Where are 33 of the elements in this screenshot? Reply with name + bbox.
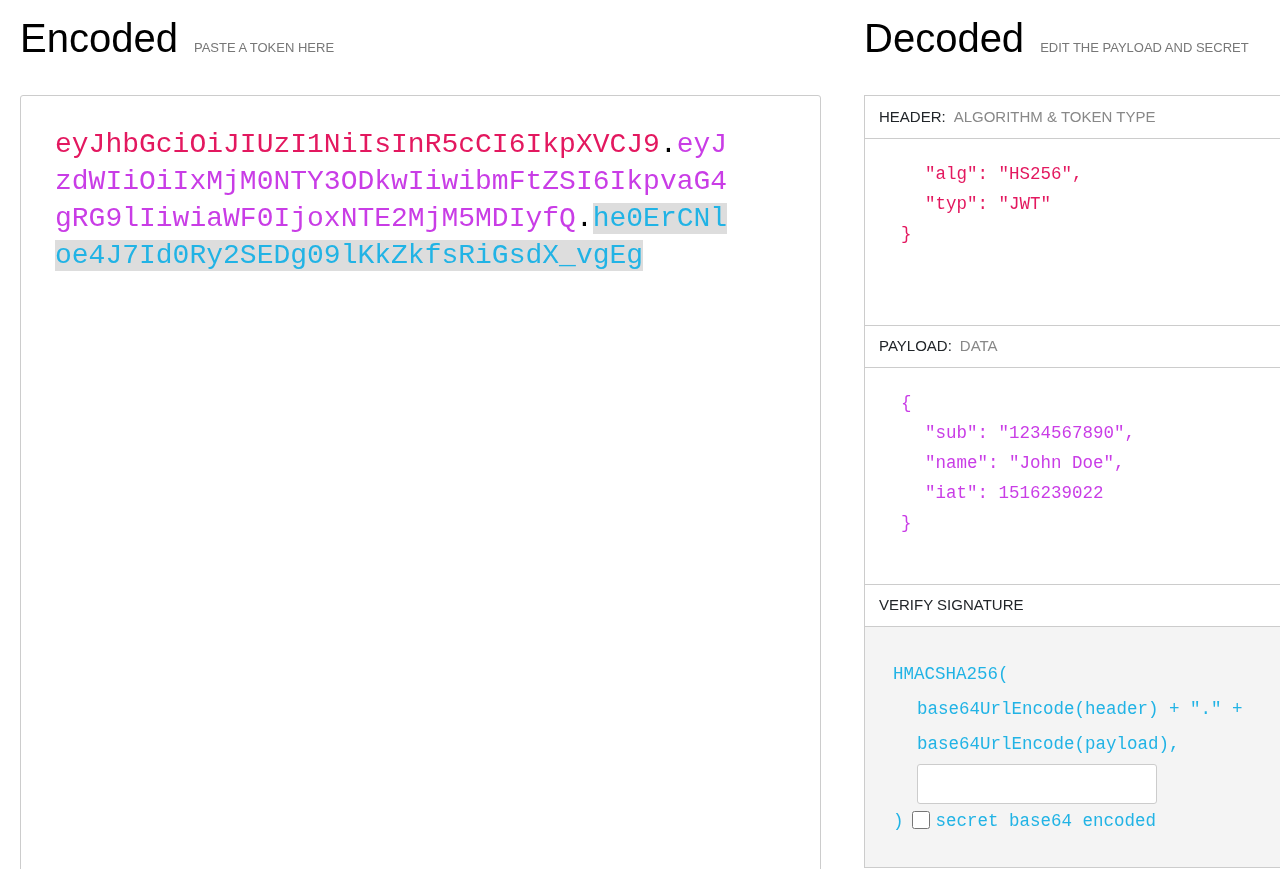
- section-hint: PASTE A TOKEN HERE: [193, 39, 335, 57]
- checkbox-label: secret base64 encoded: [935, 811, 1157, 831]
- panel-subtitle: DATA: [959, 336, 998, 357]
- token-segment-text: he0ErCNl: [592, 203, 728, 234]
- token-segment-text: gRG9lIiwiaWF0IjoxNTE2MjM5MDIyfQ: [55, 203, 576, 234]
- token-separator: .: [575, 203, 593, 234]
- code-line: HMACSHA256(: [893, 663, 1010, 686]
- code-line: ): [893, 811, 904, 831]
- token-segment-text: eyJhbGciOiJIUzI1NiIsInR5cCI6IkpXVCJ9: [55, 129, 660, 160]
- code-line: "name": "John Doe",: [924, 452, 1126, 475]
- panel-subtitle: ALGORITHM & TOKEN TYPE: [953, 106, 1156, 127]
- secret-checkbox[interactable]: [911, 811, 930, 829]
- code-line: "sub": "1234567890",: [924, 422, 1137, 445]
- token-separator: .: [659, 129, 677, 160]
- token-segment-text: oe4J7Id0Ry2SEDg09lKkZkfsRiGsdX_vgEg: [55, 240, 644, 271]
- panel-title: HEADER:: [879, 106, 946, 127]
- code-line: }: [901, 512, 913, 535]
- code-line: base64UrlEncode(payload),: [916, 733, 1181, 756]
- section-hint: EDIT THE PAYLOAD AND SECRET: [1040, 39, 1249, 57]
- code-line: }: [901, 223, 913, 246]
- token-input[interactable]: eyJhbGciOiJIUzI1NiIsInR5cCI6IkpXVCJ9.eyJzdWIiOiIxMjM0NTY3ODkwIiwibmFtZSI6IkpvaG4gRG9lIiwiaWF0IjoxNTE2MjM5MDIyfQ.he0ErCNloe4J7Id0Ry2SEDg09lKkZkfsRiGsdX_vgEg: [20, 95, 821, 869]
- token-segment-text: zdWIiOiIxMjM0NTY3ODkwIiwibmFtZSI6IkpvaG4: [55, 166, 728, 197]
- secret-input-field[interactable]: [917, 764, 1157, 804]
- section-heading: Decoded: [864, 15, 1025, 62]
- token-segment-text: eyJ: [676, 129, 728, 160]
- code-line: base64UrlEncode(header) + "." +: [916, 698, 1244, 721]
- code-line: "typ": "JWT": [924, 193, 1053, 216]
- code-line: "iat": 1516239022: [924, 482, 1105, 505]
- code-line: {: [901, 392, 913, 415]
- panel-title: VERIFY SIGNATURE: [879, 595, 1024, 616]
- code-line: "alg": "HS256",: [924, 163, 1084, 186]
- section-heading: Encoded: [20, 15, 178, 62]
- panel-title: PAYLOAD:: [879, 336, 952, 357]
